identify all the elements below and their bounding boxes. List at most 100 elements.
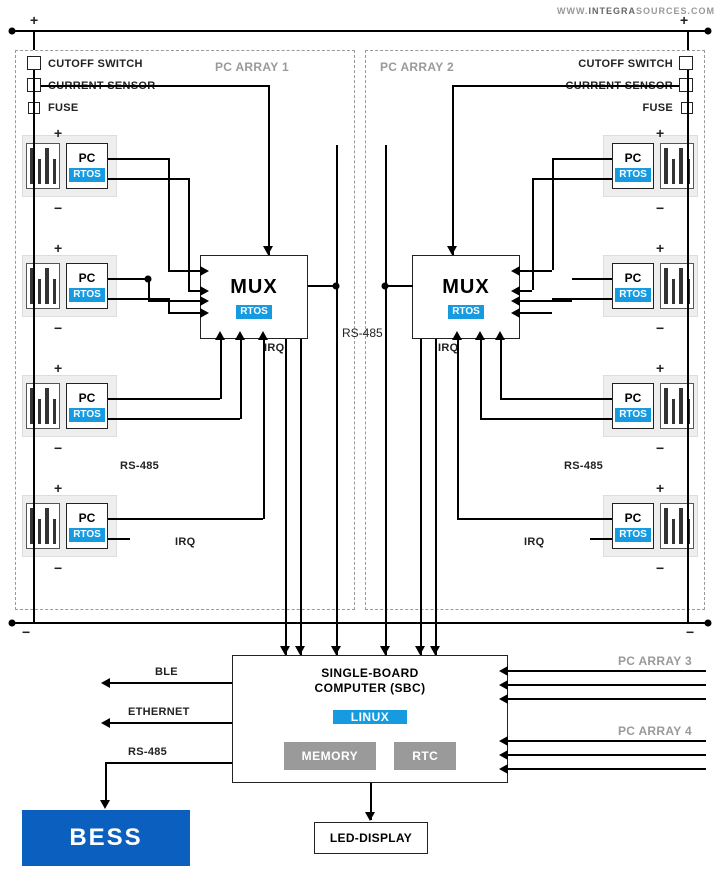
bess-block: BESS — [22, 810, 190, 866]
mux-block: MUX RTOS — [412, 255, 520, 339]
wire — [300, 339, 302, 655]
top-rail-wire — [10, 30, 710, 32]
wire — [188, 290, 200, 292]
arrow-left-icon — [499, 680, 508, 690]
arrow-left-icon — [511, 308, 520, 318]
mux-irq-label: IRQ — [264, 342, 284, 354]
pc-array-3-label: PC ARRAY 3 — [618, 654, 692, 668]
sbc-title-line1: SINGLE-BOARD — [321, 666, 418, 680]
minus-icon: − — [54, 440, 62, 456]
node — [333, 283, 340, 290]
mux-label: MUX — [442, 276, 489, 299]
plus-icon: + — [54, 360, 62, 376]
arrow-down-icon — [447, 246, 457, 255]
wire — [590, 538, 612, 540]
wire — [520, 312, 552, 314]
wire — [263, 339, 265, 519]
memory-badge: MEMORY — [284, 742, 377, 770]
sbc-title-line2: COMPUTER (SBC) — [315, 681, 426, 695]
current-sensor-symbol — [679, 78, 693, 92]
wire — [508, 768, 706, 770]
arrow-right-icon — [200, 266, 209, 276]
wire — [572, 278, 612, 280]
arrow-left-icon — [101, 678, 110, 688]
pc-controller: PCRTOS — [612, 383, 654, 429]
wire — [520, 300, 572, 302]
rtos-badge: RTOS — [615, 168, 651, 182]
rtos-badge: RTOS — [236, 305, 272, 319]
watermark: WWW.INTEGRASOURCES.COM — [557, 6, 715, 16]
wire — [452, 85, 454, 255]
wire — [33, 70, 35, 130]
rs485-label: RS-485 — [128, 746, 167, 758]
arrow-right-icon — [200, 308, 209, 318]
wire — [108, 538, 130, 540]
pc-controller: PCRTOS — [66, 383, 108, 429]
battery-cells-icon — [660, 263, 694, 309]
pc-label: PC — [625, 151, 642, 165]
rs485-bus-label: RS-485 — [342, 326, 383, 340]
ethernet-label: ETHERNET — [128, 706, 190, 718]
arrow-left-icon — [499, 764, 508, 774]
minus-icon: − — [54, 320, 62, 336]
wire — [552, 158, 554, 270]
arrow-left-icon — [511, 296, 520, 306]
wire — [508, 698, 706, 700]
wire — [285, 339, 287, 655]
minus-icon: − — [22, 624, 30, 640]
plus-icon: + — [656, 125, 664, 141]
cutoff-switch-symbol — [27, 56, 41, 70]
battery-cells-icon — [26, 503, 60, 549]
arrow-down-icon — [415, 646, 425, 655]
rs485-label: RS-485 — [120, 460, 159, 472]
rtos-badge: RTOS — [615, 288, 651, 302]
wire — [687, 30, 689, 50]
pc-controller: PC RTOS — [66, 503, 108, 549]
cutoff-switch-label: CUTOFF SWITCH — [48, 58, 143, 70]
rs485-label: RS-485 — [564, 460, 603, 472]
pc-controller: PCRTOS — [66, 143, 108, 189]
wire — [420, 339, 422, 655]
arrow-left-icon — [499, 666, 508, 676]
pc-label: PC — [79, 511, 96, 525]
rtos-badge: RTOS — [615, 408, 651, 422]
plus-icon: + — [656, 360, 664, 376]
wire — [508, 740, 706, 742]
wire — [480, 339, 482, 419]
arrow-left-icon — [499, 694, 508, 704]
rtos-badge: RTOS — [69, 528, 105, 542]
arrow-right-icon — [200, 296, 209, 306]
plus-icon: + — [54, 125, 62, 141]
arrow-right-icon — [200, 286, 209, 296]
rail-node — [705, 28, 712, 35]
rail-node — [9, 28, 16, 35]
arrow-up-icon — [495, 331, 505, 340]
wire — [452, 85, 679, 87]
wire — [148, 300, 200, 302]
wm-com: .COM — [688, 6, 716, 16]
sbc-title: SINGLE-BOARD COMPUTER (SBC) — [315, 666, 426, 696]
arrow-left-icon — [499, 750, 508, 760]
wire — [33, 130, 35, 590]
battery-cells-icon — [660, 503, 694, 549]
wire — [457, 518, 612, 520]
pc-label: PC — [625, 511, 642, 525]
fuse-label: FUSE — [642, 102, 673, 114]
mux-label: MUX — [230, 276, 277, 299]
wire — [168, 158, 170, 270]
irq-label: IRQ — [524, 536, 544, 548]
wire — [687, 590, 689, 622]
wire — [336, 145, 338, 655]
wire — [500, 339, 502, 399]
arrow-down-icon — [280, 646, 290, 655]
wire — [500, 398, 612, 400]
wire — [385, 145, 387, 655]
pc-label: PC — [79, 151, 96, 165]
wire — [532, 178, 612, 180]
pc-label: PC — [79, 271, 96, 285]
arrow-left-icon — [101, 718, 110, 728]
arrow-down-icon — [430, 646, 440, 655]
plus-icon: + — [656, 480, 664, 496]
rail-node — [9, 620, 16, 627]
pc-array-1-title: PC ARRAY 1 — [215, 60, 289, 74]
